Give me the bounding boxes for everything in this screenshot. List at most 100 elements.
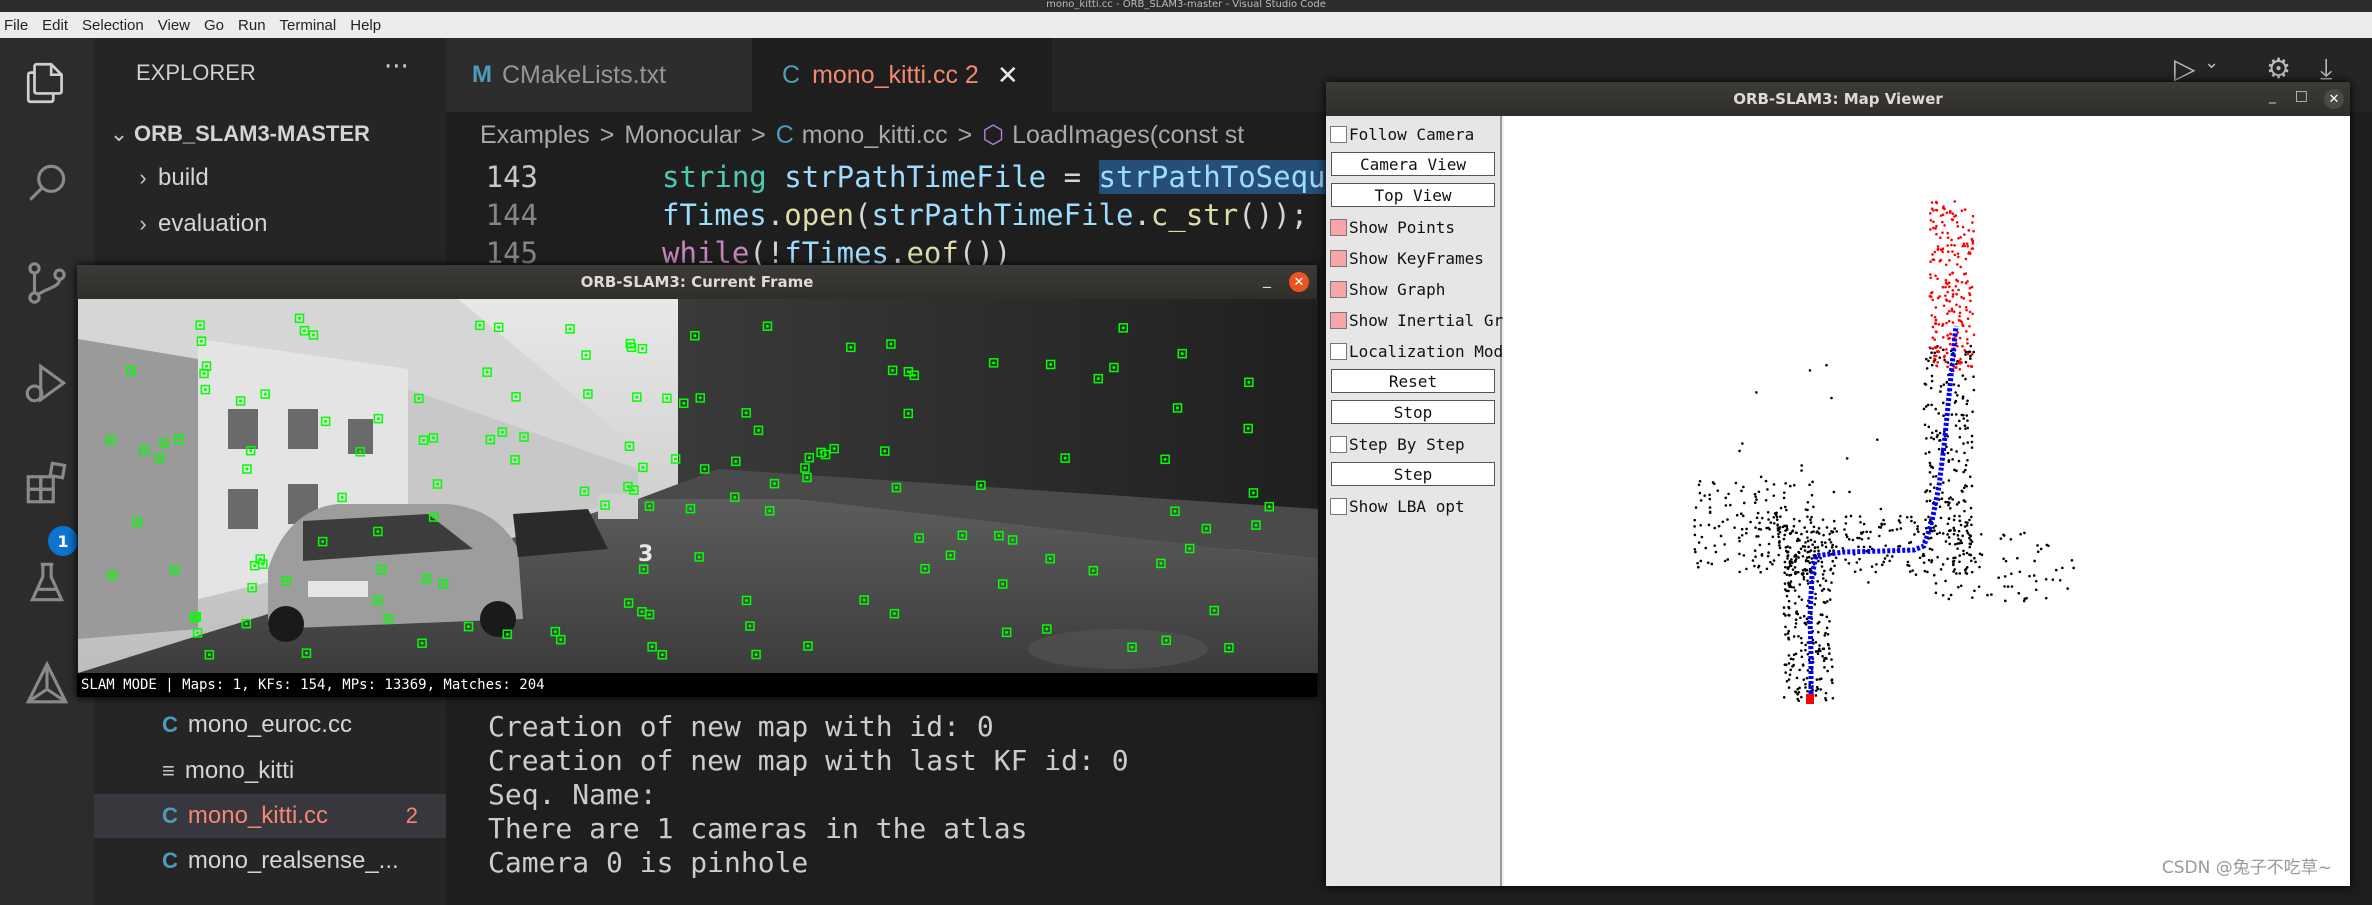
map-point	[1928, 490, 1932, 493]
show-keyframes-checkbox[interactable]: Show KeyFrames	[1330, 245, 1484, 271]
tab-mono-kitti-cc[interactable]: C mono_kitti.cc 2 ✕	[752, 38, 1052, 112]
breadcrumb-item[interactable]: Examples	[480, 121, 590, 150]
menu-run[interactable]: Run	[238, 17, 266, 34]
close-icon[interactable]: ✕	[2324, 89, 2344, 109]
map-point	[1956, 331, 1960, 334]
map-point	[1693, 533, 1697, 537]
extensions-icon[interactable]	[20, 456, 74, 510]
chevron-down-icon[interactable]: ⌄	[2204, 52, 2219, 73]
feature-point	[1112, 366, 1116, 370]
map-point	[1783, 582, 1787, 585]
map-point	[1824, 579, 1828, 582]
run-icon[interactable]: ▷	[2174, 52, 2196, 85]
feature-point	[772, 482, 776, 486]
map-point	[1824, 656, 1828, 660]
terminal-line: Seq. Name:	[488, 778, 657, 811]
menu-selection[interactable]: Selection	[82, 17, 144, 34]
feature-point	[1001, 582, 1005, 586]
show-graph-checkbox[interactable]: Show Graph	[1330, 276, 1445, 302]
map-point	[1859, 520, 1862, 524]
tree-folder-build[interactable]: › build	[94, 156, 446, 200]
map-point	[1858, 515, 1862, 518]
more-actions-icon[interactable]: ···	[384, 52, 409, 82]
map-point	[1924, 452, 1928, 455]
step-by-step-checkbox[interactable]: Step By Step	[1330, 431, 1465, 457]
download-icon[interactable]: ⤓	[2320, 52, 2332, 86]
cmake-icon[interactable]	[20, 656, 74, 710]
feature-point	[603, 503, 607, 507]
map-point	[1948, 259, 1951, 262]
tree-file-mono-realsense[interactable]: C mono_realsense_...	[94, 839, 446, 883]
map-point	[1941, 213, 1945, 216]
source-control-icon[interactable]	[20, 256, 74, 310]
map-point	[1934, 227, 1937, 230]
menu-help[interactable]: Help	[350, 17, 381, 34]
feature-point	[1173, 509, 1177, 513]
breadcrumb-item[interactable]: LoadImages(const st	[1012, 121, 1244, 150]
feature-point	[703, 467, 707, 471]
tree-folder-evaluation[interactable]: › evaluation	[94, 202, 446, 246]
feature-point	[207, 653, 211, 657]
map-point	[1960, 209, 1964, 213]
menu-go[interactable]: Go	[204, 17, 224, 34]
breadcrumb-item[interactable]: mono_kitti.cc	[802, 121, 948, 150]
map-point	[1778, 541, 1781, 544]
tab-cmakelists[interactable]: M CMakeLists.txt	[446, 38, 752, 112]
menu-terminal[interactable]: Terminal	[280, 17, 337, 34]
feature-point	[756, 428, 760, 432]
breadcrumb-item[interactable]: Monocular	[624, 121, 741, 150]
map-point	[1965, 484, 1968, 488]
problem-count-badge: 2	[405, 803, 418, 828]
show-lba-opt-checkbox[interactable]: Show LBA opt	[1330, 493, 1465, 519]
explorer-icon[interactable]	[20, 56, 74, 110]
map-point	[1944, 263, 1948, 267]
tree-root[interactable]: ⌄ ORB_SLAM3-MASTER	[94, 112, 446, 156]
map-canvas[interactable]	[1504, 116, 2350, 886]
code-editor[interactable]: 143 string strPathTimeFile = strPathToSe…	[446, 158, 1446, 270]
step-button[interactable]: Step	[1331, 462, 1495, 486]
map-point	[1740, 489, 1743, 493]
follow-camera-checkbox[interactable]: Follow Camera	[1330, 121, 1474, 147]
menu-file[interactable]: File	[4, 17, 28, 34]
map-point	[1782, 696, 1786, 699]
map-point	[1970, 570, 1974, 574]
show-inertial-graph-checkbox[interactable]: Show Inertial Graph	[1330, 307, 1532, 333]
feature-point	[420, 641, 424, 645]
maximize-icon[interactable]: □	[2295, 88, 2308, 104]
reset-button[interactable]: Reset	[1331, 369, 1495, 393]
testing-icon[interactable]	[20, 556, 74, 610]
map-point	[1813, 540, 1817, 544]
close-icon[interactable]: ✕	[997, 60, 1019, 91]
map-point	[1734, 481, 1738, 485]
map-point	[1810, 557, 1814, 560]
stop-button[interactable]: Stop	[1331, 400, 1495, 424]
map-point	[1823, 666, 1826, 669]
tree-file-mono-euroc[interactable]: C mono_euroc.cc	[94, 703, 446, 747]
search-icon[interactable]	[20, 156, 74, 210]
localization-mode-checkbox[interactable]: Localization Mode	[1330, 338, 1513, 364]
close-icon[interactable]: ✕	[1289, 272, 1309, 292]
map-point	[1754, 495, 1757, 498]
tree-file-mono-kitti-cc[interactable]: C mono_kitti.cc 2	[94, 794, 446, 838]
map-point	[1693, 518, 1696, 522]
map-point	[1955, 362, 1958, 366]
menu-edit[interactable]: Edit	[42, 17, 68, 34]
show-points-checkbox[interactable]: Show Points	[1330, 214, 1455, 240]
map-point	[1798, 519, 1801, 523]
feature-point	[748, 624, 752, 628]
camera-view-button[interactable]: Camera View	[1331, 152, 1495, 176]
map-point	[1742, 554, 1746, 557]
feature-point	[488, 438, 492, 442]
map-point	[1772, 483, 1776, 486]
menu-view[interactable]: View	[158, 17, 190, 34]
run-debug-icon[interactable]	[20, 356, 74, 410]
minimize-icon[interactable]: _	[1263, 269, 1271, 288]
minimize-icon[interactable]: _	[2269, 88, 2276, 104]
map-point	[1947, 309, 1951, 313]
terminal-panel[interactable]: Creation of new map with id: 0 Creation …	[446, 690, 1326, 905]
map-point	[1954, 366, 1958, 369]
gear-icon[interactable]: ⚙	[2266, 52, 2291, 85]
tree-file-mono-kitti[interactable]: ≡ mono_kitti	[94, 749, 446, 793]
map-point	[1966, 441, 1970, 444]
top-view-button[interactable]: Top View	[1331, 183, 1495, 207]
